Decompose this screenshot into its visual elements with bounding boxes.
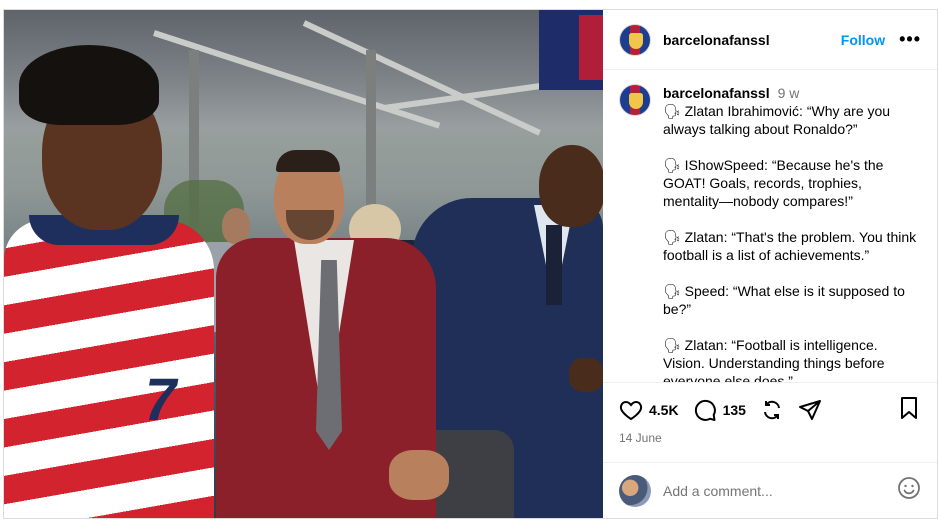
comment-icon	[693, 398, 717, 422]
instagram-post: 7 barcelonafanssl Follow ••• barcelonafa…	[3, 9, 938, 519]
emoji-icon[interactable]	[897, 476, 921, 505]
caption-section: barcelonafanssl 9 w 🗣 Zlatan Ibrahimović…	[603, 70, 937, 382]
comment-input[interactable]	[663, 482, 897, 499]
caption-paragraph: 🗣 Zlatan: “Football is intelligence. Vis…	[663, 337, 885, 382]
man-blue-hand	[569, 358, 603, 392]
repost-button[interactable]	[760, 398, 784, 422]
like-count[interactable]: 4.5K	[649, 402, 679, 418]
caption-header: barcelonafanssl 9 w	[663, 84, 921, 102]
caption-text: barcelonafanssl 9 w 🗣 Zlatan Ibrahimović…	[663, 84, 921, 382]
save-button[interactable]	[897, 396, 921, 425]
caption-paragraph: 🗣 Zlatan: “That's the problem. You think…	[663, 229, 917, 263]
share-icon	[798, 398, 822, 422]
comment-button[interactable]: 135	[693, 398, 746, 422]
caption-timestamp[interactable]: 9 w	[778, 84, 800, 102]
man-blue-head	[539, 145, 603, 227]
author-avatar[interactable]	[619, 23, 651, 56]
viewer-avatar	[619, 474, 651, 507]
author-username[interactable]: barcelonafanssl	[663, 32, 770, 48]
action-bar: 4.5K 135 14 June	[603, 382, 937, 462]
man-blue-tie	[546, 225, 562, 305]
man-red-hair	[276, 150, 340, 172]
more-options-icon[interactable]: •••	[899, 29, 921, 50]
action-icons-row: 4.5K 135	[619, 396, 921, 425]
comment-composer	[603, 462, 937, 518]
bookmark-icon	[897, 396, 921, 424]
comment-count[interactable]: 135	[723, 402, 746, 418]
stadium-screen-red	[579, 15, 603, 80]
caption-paragraph: 🗣 IShowSpeed: “Because he's the GOAT! Go…	[663, 157, 884, 209]
caption-avatar[interactable]	[619, 84, 651, 116]
post-photo[interactable]: 7	[4, 10, 603, 518]
share-button[interactable]	[798, 398, 822, 422]
caption-username[interactable]: barcelonafanssl	[663, 84, 770, 102]
caption-paragraph: 🗣 Zlatan Ibrahimović: “Why are you alway…	[663, 103, 891, 137]
man-red-hands	[389, 450, 449, 500]
caption-paragraph: 🗣 Speed: “What else is it supposed to be…	[663, 283, 905, 317]
post-header: barcelonafanssl Follow •••	[603, 10, 937, 70]
follow-button[interactable]: Follow	[841, 32, 885, 48]
like-button[interactable]: 4.5K	[619, 398, 679, 422]
repost-icon	[760, 398, 784, 422]
post-date[interactable]: 14 June	[619, 431, 921, 445]
young-man-hair	[19, 45, 159, 125]
heart-icon	[619, 398, 643, 422]
post-sidebar: barcelonafanssl Follow ••• barcelonafans…	[603, 10, 937, 518]
